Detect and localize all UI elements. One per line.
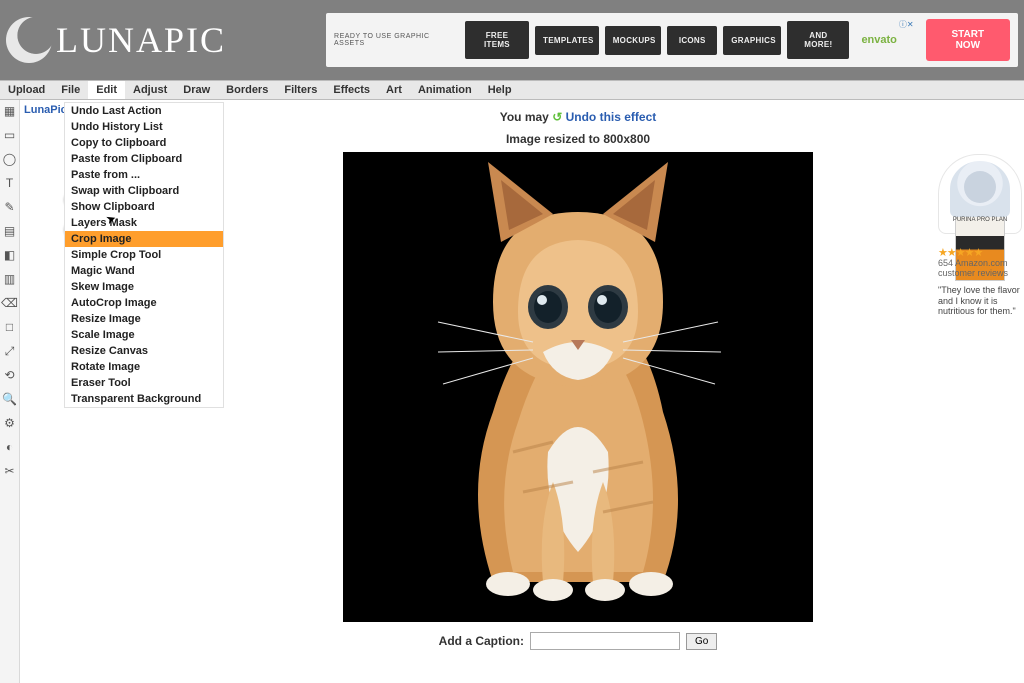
tool-icon[interactable]: ⟲ bbox=[3, 368, 17, 382]
undo-icon: ↺ bbox=[552, 110, 562, 124]
tool-icon[interactable]: T bbox=[3, 176, 17, 190]
menu-item-magic-wand[interactable]: Magic Wand bbox=[65, 263, 223, 279]
tool-icon[interactable]: ▤ bbox=[3, 224, 17, 238]
menu-adjust[interactable]: Adjust bbox=[125, 81, 175, 99]
main-content: You may ↺ Undo this effect Image resized… bbox=[220, 100, 936, 683]
sidebar-ad[interactable]: PURINA PRO PLAN bbox=[938, 154, 1022, 234]
tool-icon[interactable]: ▦ bbox=[3, 104, 17, 118]
tool-icon[interactable]: ⚙ bbox=[3, 416, 17, 430]
workspace: ▦ ▭ ◯ T ✎ ▤ ◧ ▥ ⌫ □ ⤢ ⟲ 🔍 ⚙ ◐ ✂ LunaPic … bbox=[0, 100, 1024, 683]
caption-go-button[interactable]: Go bbox=[686, 633, 717, 650]
tool-icon[interactable]: ⌫ bbox=[3, 296, 17, 310]
caption-input[interactable] bbox=[530, 632, 680, 650]
ad-tile[interactable]: ICONS bbox=[667, 26, 717, 55]
ad-start-button[interactable]: START NOW bbox=[926, 19, 1010, 61]
header-ad-banner[interactable]: READY TO USE GRAPHIC ASSETS FREE ITEMS T… bbox=[326, 13, 1018, 67]
undo-prefix: You may bbox=[500, 110, 552, 124]
review-count: 654 Amazon.com customer reviews bbox=[938, 259, 1022, 279]
menu-item-transparent-bg[interactable]: Transparent Background bbox=[65, 391, 223, 407]
edit-dropdown: Undo Last Action Undo History List Copy … bbox=[64, 102, 224, 408]
menu-item-layers-mask[interactable]: Layers Mask bbox=[65, 215, 223, 231]
menu-item-show-clipboard[interactable]: Show Clipboard bbox=[65, 199, 223, 215]
menu-effects[interactable]: Effects bbox=[325, 81, 378, 99]
tool-icon[interactable]: □ bbox=[3, 320, 17, 334]
menu-item-rotate-image[interactable]: Rotate Image bbox=[65, 359, 223, 375]
menu-item-resize-image[interactable]: Resize Image bbox=[65, 311, 223, 327]
ad-close-icon[interactable]: ⓘ✕ bbox=[899, 19, 914, 30]
ad-tile[interactable]: GRAPHICS bbox=[723, 26, 781, 55]
menu-file[interactable]: File bbox=[53, 81, 88, 99]
tool-icon[interactable]: ◐ bbox=[3, 440, 17, 454]
ad-tile[interactable]: MOCKUPS bbox=[605, 26, 662, 55]
menu-item-copy-clipboard[interactable]: Copy to Clipboard bbox=[65, 135, 223, 151]
menu-animation[interactable]: Animation bbox=[410, 81, 480, 99]
caption-row: Add a Caption: Go bbox=[439, 632, 718, 650]
tool-icon[interactable]: ◯ bbox=[3, 152, 17, 166]
menu-item-autocrop[interactable]: AutoCrop Image bbox=[65, 295, 223, 311]
review-quote: "They love the flavor and I know it is n… bbox=[938, 285, 1022, 317]
brand-logo[interactable]: LUNAPIC bbox=[6, 17, 226, 63]
ad-tagline: READY TO USE GRAPHIC ASSETS bbox=[334, 33, 455, 47]
menu-item-resize-canvas[interactable]: Resize Canvas bbox=[65, 343, 223, 359]
ad-tile[interactable]: FREE ITEMS bbox=[465, 21, 529, 59]
tool-icon[interactable]: ▥ bbox=[3, 272, 17, 286]
tool-icon[interactable]: ✎ bbox=[3, 200, 17, 214]
menu-item-undo-last[interactable]: Undo Last Action bbox=[65, 103, 223, 119]
right-sidebar: PURINA PRO PLAN ★★★★★ 654 Amazon.com cus… bbox=[936, 100, 1024, 683]
menu-draw[interactable]: Draw bbox=[175, 81, 218, 99]
ad-cat-image bbox=[950, 161, 1010, 217]
tool-icon[interactable]: ▭ bbox=[3, 128, 17, 142]
left-panel: LunaPic > Undo Last Action Undo History … bbox=[20, 100, 220, 683]
menu-art[interactable]: Art bbox=[378, 81, 410, 99]
tool-icon[interactable]: ◧ bbox=[3, 248, 17, 262]
menu-item-skew-image[interactable]: Skew Image bbox=[65, 279, 223, 295]
app-header: LUNAPIC READY TO USE GRAPHIC ASSETS FREE… bbox=[0, 0, 1024, 80]
undo-link[interactable]: Undo this effect bbox=[566, 110, 657, 124]
ad-tile[interactable]: AND MORE! bbox=[787, 21, 849, 59]
undo-hint: You may ↺ Undo this effect bbox=[500, 110, 657, 124]
menu-item-swap-clipboard[interactable]: Swap with Clipboard bbox=[65, 183, 223, 199]
menu-filters[interactable]: Filters bbox=[276, 81, 325, 99]
kitten-image bbox=[343, 152, 813, 622]
menu-borders[interactable]: Borders bbox=[218, 81, 276, 99]
resize-status: Image resized to 800x800 bbox=[506, 132, 650, 146]
menu-item-crop-image[interactable]: Crop Image bbox=[65, 231, 223, 247]
menu-item-simple-crop[interactable]: Simple Crop Tool bbox=[65, 247, 223, 263]
menu-item-scale-image[interactable]: Scale Image bbox=[65, 327, 223, 343]
menu-help[interactable]: Help bbox=[480, 81, 520, 99]
ad-brand: envato bbox=[861, 34, 896, 46]
caption-label: Add a Caption: bbox=[439, 634, 524, 648]
tool-strip: ▦ ▭ ◯ T ✎ ▤ ◧ ▥ ⌫ □ ⤢ ⟲ 🔍 ⚙ ◐ ✂ bbox=[0, 100, 20, 683]
moon-icon bbox=[6, 17, 52, 63]
ad-tile[interactable]: TEMPLATES bbox=[535, 26, 599, 55]
menu-item-paste-clipboard[interactable]: Paste from Clipboard bbox=[65, 151, 223, 167]
menu-item-paste-from[interactable]: Paste from ... bbox=[65, 167, 223, 183]
image-canvas[interactable] bbox=[343, 152, 813, 622]
menu-bar: Upload File Edit Adjust Draw Borders Fil… bbox=[0, 80, 1024, 100]
brand-name: LUNAPIC bbox=[56, 19, 226, 61]
tool-icon[interactable]: ⤢ bbox=[3, 344, 17, 358]
menu-edit[interactable]: Edit bbox=[88, 81, 125, 99]
tool-icon[interactable]: ✂ bbox=[3, 464, 17, 478]
menu-upload[interactable]: Upload bbox=[0, 81, 53, 99]
menu-item-eraser-tool[interactable]: Eraser Tool bbox=[65, 375, 223, 391]
ad-product-label: PURINA PRO PLAN bbox=[953, 217, 1007, 223]
menu-item-undo-history[interactable]: Undo History List bbox=[65, 119, 223, 135]
tool-icon[interactable]: 🔍 bbox=[3, 392, 17, 406]
